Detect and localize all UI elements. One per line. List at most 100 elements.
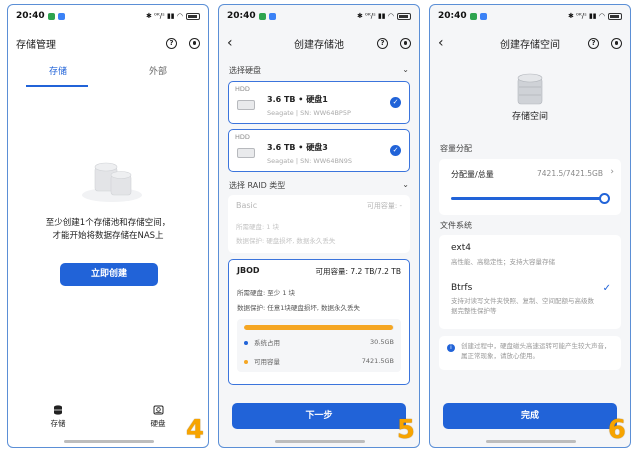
back-arrow-icon[interactable]: ‹ [227, 36, 233, 50]
empty-message-line: 才能开始将数据存储在NAS上 [52, 231, 164, 241]
status-time: 20:40 [438, 11, 467, 21]
app-notification-icon [479, 12, 487, 20]
legend-value: 30.5GB [370, 338, 394, 346]
disk-type-tag: HDD [235, 133, 250, 141]
empty-message: 至少创建1个存储池和存储空间， 才能开始将数据存储在NAS上 [8, 217, 208, 243]
raid-name: JBOD [237, 266, 260, 275]
home-indicator [64, 440, 154, 443]
done-button[interactable]: 完成 [443, 403, 617, 429]
capacity-slider-track[interactable] [451, 197, 604, 200]
disk-card-3[interactable]: HDD 3.6 TB • 硬盘3 Seagate | SN: WW64BN9S … [228, 129, 410, 172]
chevron-down-icon: ⌄ [402, 180, 409, 189]
app-notification-icon [57, 12, 65, 20]
status-bar: 20:40 ✱ ⁰ᴷ/ˢ ▮▮ ◠ [8, 5, 208, 27]
capacity-section-label: 容量分配 [440, 144, 472, 153]
tab-indicator [26, 85, 88, 87]
notice-text: 创建过程中，硬盘磁头高速运转可能产生较大声音，属正常现象，请放心使用。 [461, 342, 611, 360]
fs-option-ext4[interactable]: ext4 高性能、高稳定性；支持大容量存储 [451, 243, 611, 267]
fs-desc: 高性能、高稳定性；支持大容量存储 [451, 258, 555, 266]
chevron-down-icon: ⌄ [402, 65, 409, 74]
storage-space-icon [517, 73, 543, 105]
raid-basic-card[interactable]: Basic 可用容量: - 所需硬盘: 1 块 数据保护: 硬盘损坏, 数据永久… [228, 195, 410, 253]
usage-bar [244, 325, 393, 330]
record-icon[interactable] [611, 37, 622, 49]
fs-name: Btrfs [451, 283, 473, 293]
page-title: 存储管理 [16, 39, 56, 51]
status-bar: 20:40 ✱ ⁰ᴷ/ˢ ▮▮ ◠ [219, 5, 419, 27]
capacity-section-header: 容量分配 [440, 143, 620, 154]
empty-message-line: 至少创建1个存储池和存储空间， [45, 218, 171, 228]
raid-protection: 数据保护: 硬盘损坏, 数据永久丢失 [236, 237, 336, 245]
step-number: 5 [396, 415, 415, 445]
alloc-value: 7421.5/7421.5GB [537, 169, 603, 178]
back-arrow-icon[interactable]: ‹ [438, 36, 444, 50]
raid-type-header[interactable]: 选择 RAID 类型 ⌄ [229, 180, 409, 191]
raid-min-disks: 所需硬盘: 至少 1 块 [237, 289, 296, 297]
next-button[interactable]: 下一步 [232, 403, 406, 429]
app-notification-icon [268, 12, 276, 20]
disk-card-1[interactable]: HDD 3.6 TB • 硬盘1 Seagate | SN: WW64BP5P … [228, 81, 410, 124]
empty-storage-illustration [82, 162, 142, 202]
status-indicators-icon: ✱ ⁰ᴷ/ˢ ▮▮ ◠ [356, 12, 394, 20]
legend-dot [244, 360, 248, 364]
select-disk-header[interactable]: 选择硬盘 ⌄ [229, 65, 409, 76]
top-bar: 存储管理 ? [8, 29, 208, 57]
legend-dot [244, 341, 248, 345]
raid-type-label: 选择 RAID 类型 [229, 181, 286, 190]
raid-jbod-header: JBOD 可用容量: 7.2 TB/7.2 TB [237, 266, 401, 277]
tab-external[interactable]: 外部 [108, 61, 208, 83]
chevron-right-icon: › [610, 167, 614, 177]
battery-icon [397, 12, 411, 20]
raid-name: Basic [236, 201, 258, 210]
capacity-slider-thumb[interactable] [598, 193, 610, 204]
help-icon[interactable]: ? [588, 37, 599, 49]
record-icon[interactable] [189, 37, 200, 49]
raid-protection: 数据保护: 任意1块硬盘损坏, 数据永久丢失 [237, 304, 361, 312]
fs-section-header: 文件系统 [440, 220, 620, 231]
status-bar: 20:40 ✱ ⁰ᴷ/ˢ ▮▮ ◠ [430, 5, 630, 27]
help-icon[interactable]: ? [377, 37, 388, 49]
info-icon: i [447, 344, 455, 352]
home-indicator [486, 440, 576, 443]
usage-track [244, 325, 394, 330]
status-indicators-icon: ✱ ⁰ᴷ/ˢ ▮▮ ◠ [567, 12, 605, 20]
bottom-nav-label: 存储 [50, 419, 66, 428]
raid-basic-header: Basic 可用容量: - [236, 201, 402, 211]
storage-icon [54, 405, 62, 415]
fs-name: ext4 [451, 243, 471, 253]
tab-storage[interactable]: 存储 [8, 61, 108, 83]
fs-section-label: 文件系统 [440, 221, 472, 230]
raid-capacity: 可用容量: 7.2 TB/7.2 TB [315, 267, 401, 276]
usage-panel: 系统占用 30.5GB 可用容量 7421.5GB [237, 319, 401, 372]
legend-label: 可用容量 [254, 358, 280, 366]
notice-box: i 创建过程中，硬盘磁头高速运转可能产生较大声音，属正常现象，请放心使用。 [439, 336, 621, 370]
raid-capacity: 可用容量: - [366, 202, 402, 210]
step-number: 4 [185, 415, 204, 445]
battery-icon [186, 12, 200, 20]
create-now-button[interactable]: 立即创建 [60, 263, 158, 286]
legend-available: 可用容量 7421.5GB [244, 356, 394, 366]
home-indicator [275, 440, 365, 443]
disk-name: 3.6 TB • 硬盘1 [267, 95, 328, 104]
bottom-nav-storage[interactable]: 存储 [8, 401, 108, 441]
hard-disk-icon [237, 148, 255, 158]
checkmark-icon[interactable]: ✓ [390, 97, 401, 108]
screen-create-pool: 20:40 ✱ ⁰ᴷ/ˢ ▮▮ ◠ ‹ 创建存储池 ? 选择硬盘 ⌄ HDD 3… [218, 4, 420, 448]
checkmark-icon[interactable]: ✓ [390, 145, 401, 156]
record-icon[interactable] [400, 37, 411, 49]
app-notification-icon [469, 12, 477, 20]
app-notification-icon [47, 12, 55, 20]
top-bar: ‹ 创建存储池 ? [219, 29, 419, 57]
fs-desc: 支持对读写文件夹快照、复制、空间配额与高级数据完整性保护等 [451, 297, 594, 315]
battery-icon [608, 12, 622, 20]
status-time: 20:40 [227, 11, 256, 21]
raid-jbod-card[interactable]: JBOD 可用容量: 7.2 TB/7.2 TB 所需硬盘: 至少 1 块 数据… [228, 259, 410, 385]
fs-option-btrfs[interactable]: Btrfs 支持对读写文件夹快照、复制、空间配额与高级数据完整性保护等 [451, 283, 599, 316]
capacity-card[interactable]: 分配量/总量 7421.5/7421.5GB › [439, 159, 621, 215]
bottom-nav: 存储 硬盘 [8, 401, 208, 441]
top-bar: ‹ 创建存储空间 ? [430, 29, 630, 57]
bottom-nav-label: 硬盘 [150, 419, 166, 428]
status-indicators-icon: ✱ ⁰ᴷ/ˢ ▮▮ ◠ [145, 12, 183, 20]
help-icon[interactable]: ? [166, 37, 177, 49]
alloc-label: 分配量/总量 [451, 170, 494, 179]
